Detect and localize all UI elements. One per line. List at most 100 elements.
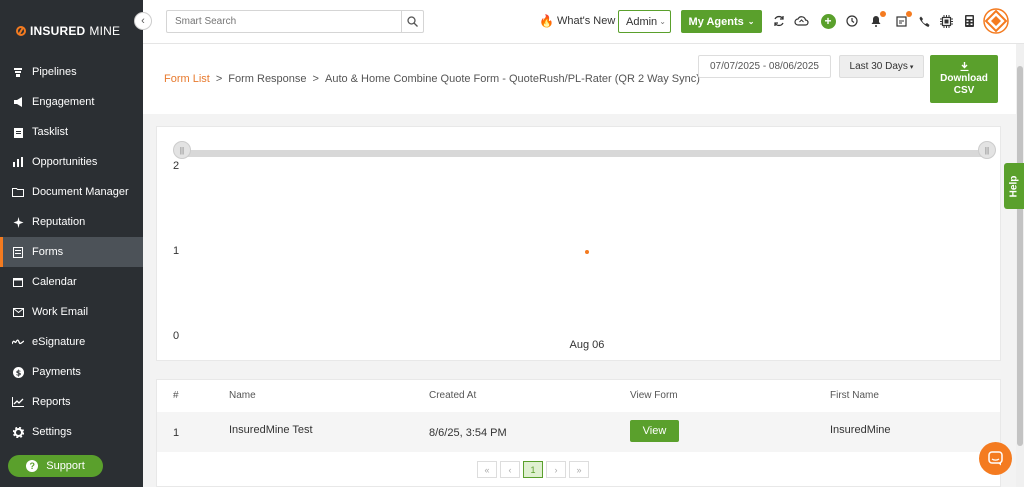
logo-icon xyxy=(16,26,26,36)
data-point[interactable] xyxy=(585,250,589,254)
range-slider-left-handle[interactable]: || xyxy=(173,141,191,159)
sidebar-item-label: Tasklist xyxy=(32,126,69,138)
sidebar-item-label: Reports xyxy=(32,396,71,408)
download-icon xyxy=(960,61,968,71)
whats-new-link[interactable]: 🔥 What's New xyxy=(539,14,615,28)
breadcrumb-separator: > xyxy=(215,73,223,85)
sidebar-item-engagement[interactable]: Engagement xyxy=(0,87,143,117)
view-form-button[interactable]: View xyxy=(630,420,679,442)
page-current-button[interactable]: 1 xyxy=(523,461,543,478)
page-last-button[interactable]: » xyxy=(569,461,589,478)
responses-chart: || || 2 1 0 Aug 06 xyxy=(156,126,1001,361)
role-select-value: Admin xyxy=(626,15,658,28)
sidebar-item-reports[interactable]: Reports xyxy=(0,387,143,417)
line-chart-icon xyxy=(12,396,24,408)
chat-icon xyxy=(988,451,1003,466)
sidebar-item-label: Engagement xyxy=(32,96,95,108)
sidebar-collapse-button[interactable]: ‹ xyxy=(134,12,152,30)
breadcrumb-form-response[interactable]: Form Response xyxy=(228,73,306,85)
range-slider-track[interactable] xyxy=(182,150,988,157)
my-agents-label: My Agents xyxy=(688,15,744,28)
column-header-name: Name xyxy=(229,390,256,401)
smart-search xyxy=(166,10,424,33)
sidebar-item-calendar[interactable]: Calendar xyxy=(0,267,143,297)
breadcrumb-form-list[interactable]: Form List xyxy=(164,73,210,85)
sidebar-item-document-manager[interactable]: Document Manager xyxy=(0,177,143,207)
caret-down-icon: ▾ xyxy=(909,63,914,71)
period-dropdown-value: Last 30 Days xyxy=(849,61,908,72)
search-icon xyxy=(407,16,418,27)
user-avatar[interactable] xyxy=(983,8,1009,34)
column-header-view-form: View Form xyxy=(630,390,678,401)
breadcrumb: Form List > Form Response > Auto & Home … xyxy=(164,73,700,85)
sidebar-item-label: Settings xyxy=(32,426,72,438)
brand-name-part1: INSURED xyxy=(30,24,86,38)
sparkle-icon xyxy=(12,216,24,228)
bar-chart-icon xyxy=(12,156,24,168)
sidebar-item-forms[interactable]: Forms xyxy=(0,237,143,267)
sidebar-item-opportunities[interactable]: Opportunities xyxy=(0,147,143,177)
chevron-down-icon: ⌄ xyxy=(659,17,666,26)
notification-bell-icon[interactable] xyxy=(868,11,886,29)
scrollbar-thumb[interactable] xyxy=(1017,66,1023,446)
whats-new-label: What's New xyxy=(556,15,616,27)
chip-icon[interactable] xyxy=(938,13,954,29)
clipboard-icon xyxy=(12,126,24,138)
sidebar-item-settings[interactable]: Settings xyxy=(0,417,143,447)
flame-icon: 🔥 xyxy=(539,14,554,28)
sidebar-item-label: Pipelines xyxy=(32,66,77,78)
megaphone-icon xyxy=(12,96,24,108)
sidebar-item-label: Work Email xyxy=(32,306,89,318)
folder-icon xyxy=(12,186,24,198)
page-first-button[interactable]: « xyxy=(477,461,497,478)
download-label-line1: Download xyxy=(940,72,988,84)
chevron-down-icon: ⌄ xyxy=(747,17,755,26)
help-label: Help xyxy=(1008,175,1020,197)
period-dropdown[interactable]: Last 30 Days ▾ xyxy=(839,55,924,78)
y-tick-label: 0 xyxy=(173,330,180,342)
chat-button[interactable] xyxy=(979,442,1012,475)
search-input[interactable] xyxy=(167,11,401,32)
sidebar-item-label: Payments xyxy=(32,366,81,378)
cell-first-name: InsuredMine xyxy=(830,424,891,436)
calculator-icon[interactable] xyxy=(961,13,977,29)
page-next-button[interactable]: › xyxy=(546,461,566,478)
sidebar-item-payments[interactable]: $ Payments xyxy=(0,357,143,387)
funnel-icon xyxy=(12,66,24,78)
my-agents-button[interactable]: My Agents ⌄ xyxy=(681,10,762,33)
page-prev-button[interactable]: ‹ xyxy=(500,461,520,478)
refresh-icon[interactable] xyxy=(771,13,787,29)
chevron-left-icon: ‹ xyxy=(141,15,145,27)
envelope-icon xyxy=(12,306,24,318)
question-icon: ? xyxy=(26,460,39,472)
add-icon[interactable]: + xyxy=(820,13,836,29)
support-button[interactable]: ? Support xyxy=(8,455,103,477)
sidebar-item-tasklist[interactable]: Tasklist xyxy=(0,117,143,147)
range-slider-right-handle[interactable]: || xyxy=(978,141,996,159)
x-tick-label: Aug 06 xyxy=(569,339,605,351)
sidebar-item-esignature[interactable]: eSignature xyxy=(0,327,143,357)
phone-icon[interactable] xyxy=(916,13,932,29)
search-button[interactable] xyxy=(401,11,423,32)
support-label: Support xyxy=(46,460,85,472)
date-range-input[interactable]: 07/07/2025 - 08/06/2025 xyxy=(698,55,831,78)
role-select[interactable]: Admin ⌄ xyxy=(618,10,671,33)
svg-text:$: $ xyxy=(15,368,21,377)
sidebar-item-reputation[interactable]: Reputation xyxy=(0,207,143,237)
cell-index: 1 xyxy=(173,427,180,439)
calendar-icon xyxy=(12,276,24,288)
cloud-sync-icon[interactable] xyxy=(793,13,809,29)
download-csv-button[interactable]: Download CSV xyxy=(930,55,998,103)
column-header-first-name: First Name xyxy=(830,390,879,401)
breadcrumb-separator: > xyxy=(312,73,319,85)
sidebar-item-pipelines[interactable]: Pipelines xyxy=(0,57,143,87)
help-tab[interactable]: Help xyxy=(1004,163,1024,209)
column-header-created-at: Created At xyxy=(429,390,477,401)
top-bar: 🔥 What's New Admin ⌄ My Agents ⌄ + xyxy=(143,0,1024,44)
sidebar-item-work-email[interactable]: Work Email xyxy=(0,297,143,327)
tasks-alert-icon[interactable] xyxy=(894,11,912,29)
page-scrollbar[interactable] xyxy=(1016,44,1024,487)
sidebar-item-label: Forms xyxy=(32,246,64,258)
brand-logo[interactable]: INSURED MINE xyxy=(16,24,120,38)
clock-icon[interactable] xyxy=(844,13,860,29)
